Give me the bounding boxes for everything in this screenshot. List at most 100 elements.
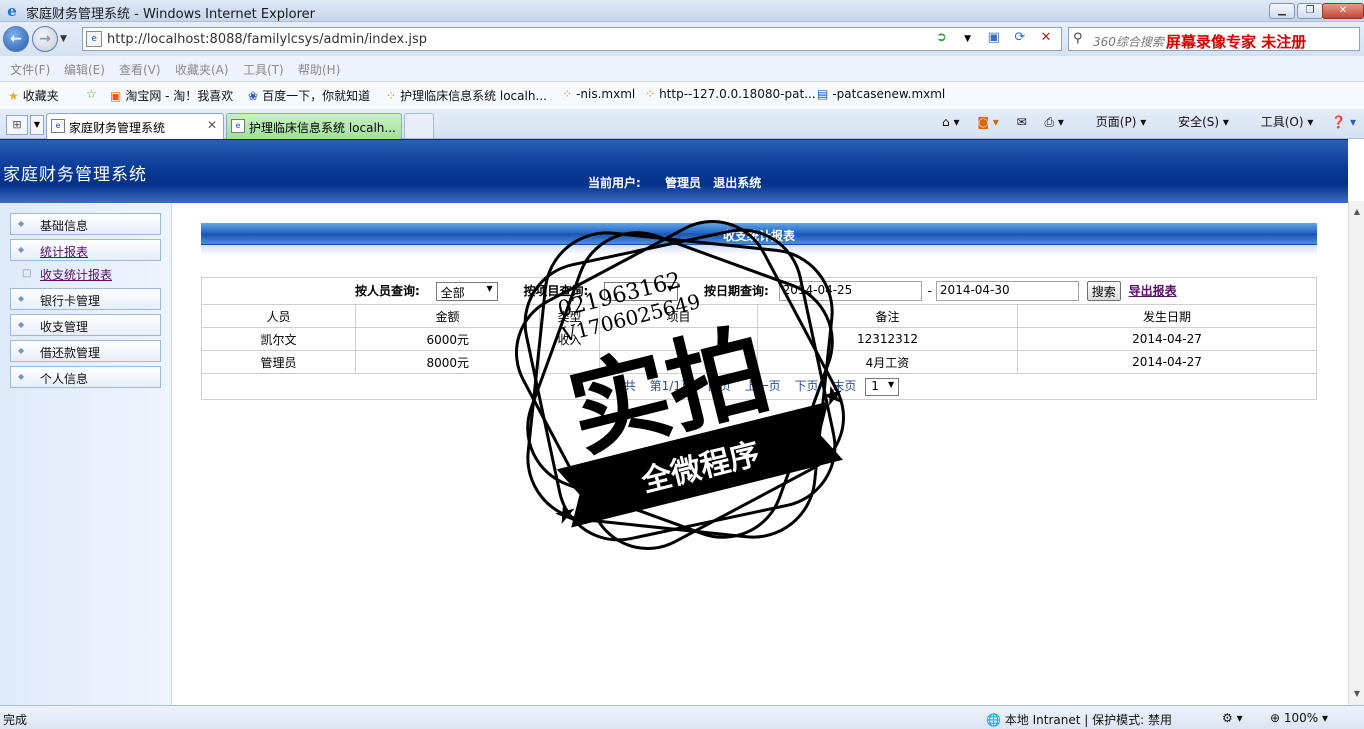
bullet-icon: ◆ — [18, 346, 25, 355]
date-to-input[interactable]: 2014-04-30 — [935, 281, 1079, 301]
menu-help[interactable]: 帮助(H) — [298, 61, 340, 78]
minimize-button[interactable]: ▁ — [1269, 3, 1295, 19]
sidebar-item-bank-cards[interactable]: ◆ 银行卡管理 — [10, 288, 161, 310]
sidebar-subitem-income-expense-report[interactable]: □ 收支统计报表 — [22, 266, 112, 283]
sidebar-item-personal-info[interactable]: ◆ 个人信息 — [10, 366, 161, 388]
person-filter-label: 按人员查询: — [355, 283, 420, 298]
bullet-icon: ◆ — [18, 219, 25, 228]
compat-view-icon[interactable]: ➲ — [930, 30, 952, 45]
address-dropdown-icon[interactable]: ▼ — [957, 34, 979, 44]
sidebar-item-label: 银行卡管理 — [40, 294, 101, 308]
zoom-icon: ⊕ — [1270, 711, 1281, 725]
fav-nis[interactable]: ⁘ -nis.mxml — [562, 87, 635, 101]
report-title: 收支统计报表 — [722, 229, 795, 243]
menu-tools[interactable]: 工具(T) — [243, 61, 284, 78]
pager-page-select[interactable]: 1 ▼ — [865, 377, 900, 396]
cell-amount: 6000元 — [355, 327, 540, 351]
home-icon[interactable]: ⌂ ▾ — [942, 115, 959, 129]
sidebar-subitem-label: 收支统计报表 — [40, 268, 113, 282]
recorder-promo-text: 屏幕录像专家 未注册 — [1166, 33, 1307, 51]
quick-tabs-icon[interactable]: ⊞ — [6, 115, 28, 135]
pager-last[interactable]: 末页 — [832, 379, 856, 393]
recent-pages-dropdown[interactable]: ▼ — [60, 34, 67, 44]
ie-logo-icon: e — [7, 2, 17, 20]
pager-first[interactable]: 首页 — [707, 379, 731, 393]
menu-file[interactable]: 文件(F) — [10, 61, 50, 78]
maximize-button[interactable]: ❐ — [1297, 3, 1323, 19]
tools-menu[interactable]: 工具(O) ▾ — [1247, 115, 1314, 129]
sidebar-item-label: 基础信息 — [40, 219, 89, 233]
status-bar: 完成 🌐 本地 Intranet | 保护模式: 禁用 ⚙ ▾ ⊕ 100% ▾ — [0, 705, 1364, 729]
sidebar-item-income-expense[interactable]: ◆ 收支管理 — [10, 314, 161, 336]
vertical-scrollbar[interactable]: ▲ ▼ — [1348, 201, 1364, 705]
zoom-control[interactable]: ⊕ 100% ▾ — [1270, 711, 1328, 725]
close-tab-icon[interactable]: ✕ — [207, 118, 217, 132]
fav-baidu[interactable]: ❀ 百度一下，你就知道 — [248, 87, 370, 104]
logout-link[interactable]: 退出系统 — [713, 176, 761, 190]
page-icon: e — [231, 119, 245, 133]
menu-edit[interactable]: 编辑(E) — [64, 61, 105, 78]
page-icon: e — [86, 31, 102, 47]
new-tab-button[interactable] — [404, 113, 434, 138]
fav-baidu-label: 百度一下，你就知道 — [262, 89, 371, 103]
fav-local[interactable]: ⁘ http--127.0.0.18080-pat... — [645, 87, 816, 101]
date-filter-label: 按日期查询: — [703, 283, 769, 298]
mail-icon[interactable]: ✉ — [1017, 115, 1027, 129]
date-from-input[interactable]: 2014-04-25 — [778, 281, 922, 301]
forward-button[interactable]: → — [32, 26, 58, 52]
fav-taobao-label: 淘宝网 - 淘！我喜欢 — [125, 89, 234, 103]
filter-row: 按人员查询: 全部 ▼ 按项目查询: ▼ 按日期查询: 2014-04-25-20… — [201, 277, 1317, 305]
item-filter-select[interactable]: ▼ — [604, 281, 679, 301]
refresh-icon[interactable]: ⟳ — [1009, 30, 1031, 45]
fav-nursing[interactable]: ⁘ 护理临床信息系统 localh... — [386, 87, 547, 104]
zoom-label: 100% — [1283, 711, 1319, 725]
feeds-icon[interactable]: ◙ ▾ — [977, 115, 998, 129]
menu-view[interactable]: 查看(V) — [119, 61, 161, 78]
safety-menu[interactable]: 安全(S) ▾ — [1164, 115, 1229, 129]
scroll-up-icon[interactable]: ▲ — [1349, 207, 1364, 216]
favorites-button[interactable]: ★ 收藏夹 — [8, 87, 59, 104]
chevron-down-icon: ▼ — [486, 283, 493, 293]
tab-family-finance[interactable]: e 家庭财务管理系统 ✕ — [46, 113, 224, 139]
table-row: 凯尔文 6000元 收入 12312312 2014-04-27 — [201, 327, 1317, 351]
pager-total: 共 — [623, 379, 636, 394]
fav-patcase[interactable]: ▤ -patcasenew.mxml — [817, 87, 945, 101]
page-menu[interactable]: 页面(P) ▾ — [1082, 115, 1146, 129]
sidebar: ◆ 基础信息 ◆ 统计报表 □ 收支统计报表 ◆ 银行卡管理 ◆ 收支管理 ◆ 借还款管理 … — [0, 203, 172, 705]
search-field[interactable]: ⚲ 360综合搜索 屏幕录像专家 未注册 — [1068, 27, 1360, 51]
table-header-row: 人员 金额 类型 项目 备注 发生日期 — [201, 304, 1317, 328]
scroll-down-icon[interactable]: ▼ — [1349, 689, 1364, 698]
bullet-icon: ◆ — [18, 245, 25, 254]
tab-list-dropdown[interactable]: ▼ — [30, 115, 44, 135]
back-button[interactable]: ← — [3, 26, 29, 52]
close-window-button[interactable]: ✕ — [1322, 3, 1364, 19]
export-report-link[interactable]: 导出报表 — [1129, 284, 1177, 298]
cell-person: 管理员 — [201, 350, 356, 374]
item-filter-label: 按项目查询: — [523, 283, 589, 298]
search-button[interactable]: 搜索 — [1086, 281, 1121, 301]
column-header: 项目 — [599, 304, 758, 328]
app-header: 家庭财务管理系统 当前用户: 管理员 退出系统 — [0, 139, 1348, 203]
sidebar-item-basic-info[interactable]: ◆ 基础信息 — [10, 213, 161, 235]
pager-prev[interactable]: 上一页 — [745, 379, 781, 393]
sub-bullet-icon: □ — [22, 268, 32, 279]
address-field[interactable]: e http://localhost:8088/familylcsys/admi… — [82, 27, 1062, 51]
tab-nursing-system[interactable]: e 护理临床信息系统 localh... — [226, 113, 402, 139]
app-title: 家庭财务管理系统 — [3, 165, 147, 185]
person-filter-select[interactable]: 全部 ▼ — [435, 281, 498, 301]
add-favorite-button[interactable]: ☆ — [86, 87, 101, 101]
stop-icon[interactable]: ✕ — [1035, 30, 1057, 45]
protected-mode-icon[interactable]: ⚙ ▾ — [1222, 711, 1243, 725]
menu-favorites[interactable]: 收藏夹(A) — [175, 61, 229, 78]
sidebar-item-reports[interactable]: ◆ 统计报表 — [10, 239, 161, 261]
help-icon[interactable]: ❓ ▾ — [1331, 115, 1356, 129]
loading-icon: ⁘ — [386, 89, 397, 103]
tab-label: 家庭财务管理系统 — [69, 121, 166, 135]
zone-status[interactable]: 🌐 本地 Intranet | 保护模式: 禁用 — [986, 711, 1172, 728]
compatibility-icon[interactable]: ▣ — [983, 30, 1005, 45]
column-header: 发生日期 — [1017, 304, 1317, 328]
sidebar-item-loans[interactable]: ◆ 借还款管理 — [10, 340, 161, 362]
fav-taobao[interactable]: ▣ 淘宝网 - 淘！我喜欢 — [110, 87, 233, 104]
print-icon[interactable]: ⎙ ▾ — [1045, 115, 1064, 129]
pager-next[interactable]: 下页 — [795, 379, 819, 393]
